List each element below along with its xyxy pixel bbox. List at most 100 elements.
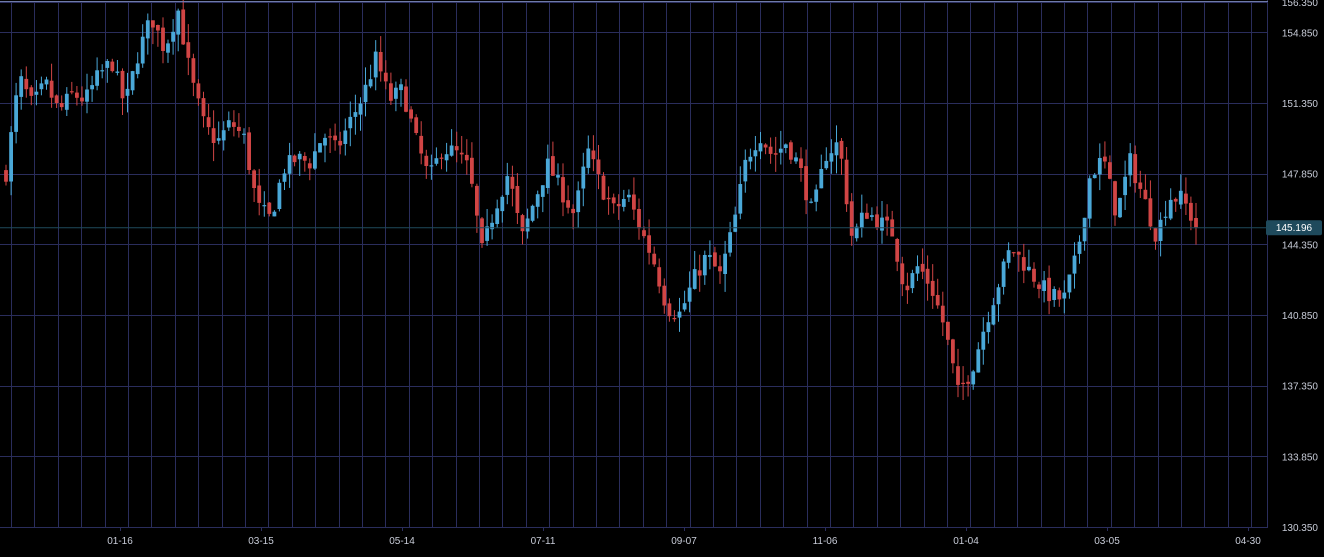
candle-body xyxy=(708,255,712,257)
candle-body xyxy=(80,97,84,102)
candle-body xyxy=(176,10,181,35)
candle-body xyxy=(657,267,662,287)
candle-body xyxy=(748,156,753,162)
candle-body xyxy=(419,135,424,154)
candle-body xyxy=(1103,156,1107,162)
candle-body xyxy=(4,170,8,182)
candle-body xyxy=(1037,284,1041,289)
candle-body xyxy=(865,212,869,219)
candle-body xyxy=(232,122,236,127)
x-tick-label: 07-11 xyxy=(531,536,556,547)
candle-body xyxy=(849,201,854,236)
candle-body xyxy=(637,209,641,229)
candle-body xyxy=(353,112,358,117)
candle-body xyxy=(682,303,687,310)
candle-body xyxy=(313,151,317,169)
candle-body xyxy=(292,155,297,163)
candle[interactable] xyxy=(414,114,419,136)
candle-body xyxy=(930,280,935,296)
candle-body xyxy=(328,136,332,138)
candle-body xyxy=(991,305,996,325)
candle-body xyxy=(556,175,560,178)
candle-body xyxy=(297,153,302,160)
y-tick-label: 140.850 xyxy=(1282,311,1319,322)
candle-body xyxy=(54,95,59,103)
candle-body xyxy=(49,80,54,98)
candle[interactable] xyxy=(1118,197,1122,218)
candle-body xyxy=(414,117,419,133)
candle-body xyxy=(389,83,393,101)
candle-body xyxy=(378,52,383,72)
candle[interactable] xyxy=(277,179,282,212)
candle[interactable] xyxy=(318,143,322,153)
candle-body xyxy=(1092,174,1097,179)
candle-body xyxy=(910,273,915,289)
candle-body xyxy=(738,184,743,214)
candle-body xyxy=(237,126,241,131)
candle-body xyxy=(667,303,672,317)
x-tick-label: 01-04 xyxy=(953,536,979,547)
candle-body xyxy=(814,189,819,202)
candle-body xyxy=(621,199,626,207)
candle-body xyxy=(773,153,778,155)
candle-body xyxy=(1133,154,1138,184)
candle-body xyxy=(753,150,758,157)
candle[interactable] xyxy=(530,204,535,223)
candle-body xyxy=(383,72,388,82)
candle-body xyxy=(44,79,49,85)
candle[interactable] xyxy=(247,127,251,175)
candle-body xyxy=(566,200,570,208)
candle-body xyxy=(242,133,246,135)
candle-body xyxy=(1194,218,1198,228)
candle-body xyxy=(1189,202,1193,221)
candle-body xyxy=(981,331,986,350)
candle-body xyxy=(920,263,925,272)
candle-body xyxy=(267,202,272,214)
candle-body xyxy=(601,175,606,200)
candle-body xyxy=(1077,241,1082,254)
candle-body xyxy=(1082,217,1087,242)
candle-body xyxy=(226,120,231,128)
candle-body xyxy=(829,153,834,162)
candle-body xyxy=(1113,181,1117,216)
candle-body xyxy=(201,98,206,117)
candle-body xyxy=(434,158,439,164)
candle-body xyxy=(925,268,930,284)
candle-body xyxy=(530,205,535,221)
candle-body xyxy=(333,135,337,141)
candle-body xyxy=(561,177,565,203)
candle-body xyxy=(627,194,631,198)
candle-body xyxy=(743,159,748,182)
candle-body xyxy=(915,266,920,274)
candle-body xyxy=(211,128,216,143)
candle-body xyxy=(961,382,965,384)
candle-body xyxy=(1027,266,1031,271)
candle-body xyxy=(14,95,18,132)
candle-body xyxy=(105,61,110,68)
candle-body xyxy=(186,42,191,58)
candle-body xyxy=(733,214,738,232)
candle-body xyxy=(672,318,677,320)
candle-body xyxy=(475,185,479,216)
candle-body xyxy=(135,63,140,75)
candlestick-chart[interactable]: 156.350 154.850 151.350 147.850 144.350 140.8… xyxy=(0,0,1324,557)
y-tick-label: 156.350 xyxy=(1282,0,1319,9)
candle-body xyxy=(804,166,808,201)
candle-body xyxy=(596,159,601,175)
candle-body xyxy=(282,173,287,182)
candle[interactable] xyxy=(601,172,606,201)
candle-body xyxy=(616,204,621,207)
candle-body xyxy=(459,152,464,155)
candle-body xyxy=(1006,250,1011,263)
candle-body xyxy=(196,83,201,99)
candle-body xyxy=(900,263,905,285)
candle-body xyxy=(272,211,277,217)
last-price-label: 145.196 xyxy=(1276,223,1313,234)
candle-body xyxy=(1047,277,1051,302)
candle-body xyxy=(120,70,125,99)
candle-body xyxy=(439,157,444,159)
candle-body xyxy=(206,117,211,128)
candle-body xyxy=(216,138,221,141)
candle-body xyxy=(1163,216,1168,218)
candle-body xyxy=(64,93,69,110)
